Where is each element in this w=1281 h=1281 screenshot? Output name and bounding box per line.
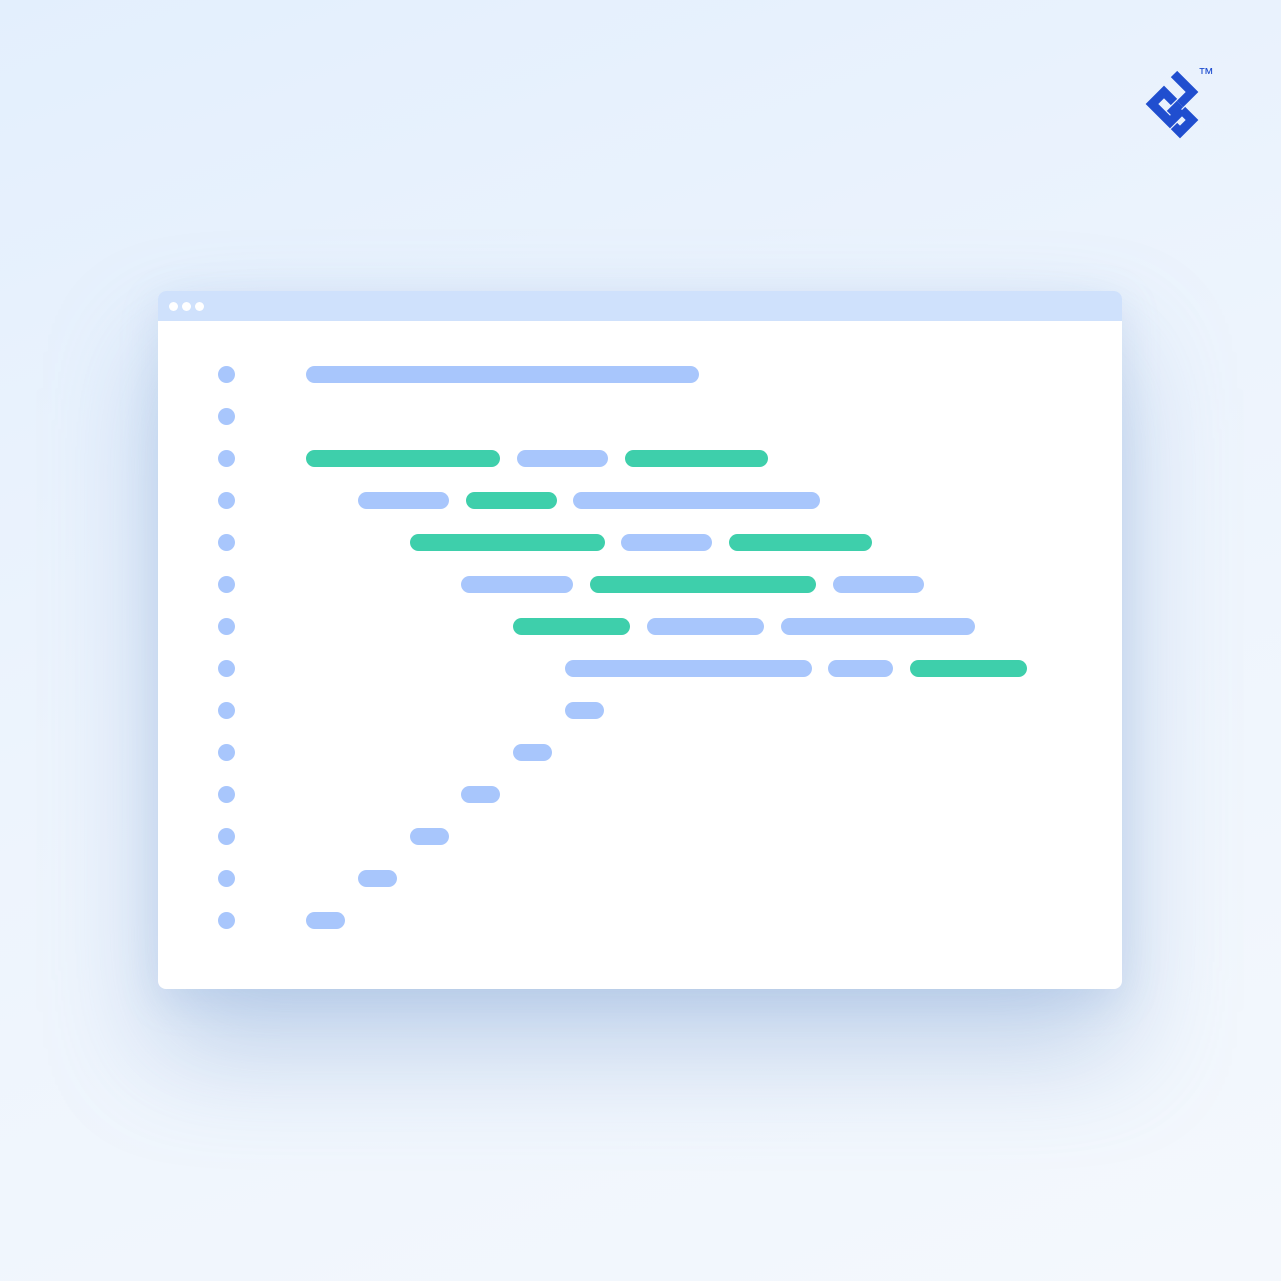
code-token-blue <box>306 912 345 929</box>
line-marker[interactable] <box>218 744 235 761</box>
line-marker[interactable] <box>218 870 235 887</box>
code-token-blue <box>306 366 699 383</box>
line-marker[interactable] <box>218 660 235 677</box>
line-marker[interactable] <box>218 366 235 383</box>
code-token-blue <box>461 786 500 803</box>
toptal-logo <box>1140 66 1230 150</box>
code-token-blue <box>647 618 764 635</box>
code-token-blue <box>828 660 893 677</box>
code-token-blue <box>513 744 552 761</box>
code-token-green <box>513 618 630 635</box>
code-editor-window <box>158 291 1122 989</box>
line-marker[interactable] <box>218 912 235 929</box>
code-area <box>158 291 1122 989</box>
code-token-blue <box>358 870 397 887</box>
code-token-green <box>590 576 816 593</box>
line-marker[interactable] <box>218 576 235 593</box>
line-marker[interactable] <box>218 702 235 719</box>
trademark-symbol: ™ <box>1198 66 1215 83</box>
code-token-blue <box>833 576 924 593</box>
code-token-blue <box>565 702 604 719</box>
code-token-blue <box>573 492 820 509</box>
line-marker[interactable] <box>218 828 235 845</box>
code-token-green <box>306 450 500 467</box>
code-token-blue <box>621 534 712 551</box>
line-marker[interactable] <box>218 786 235 803</box>
code-token-blue <box>358 492 449 509</box>
code-token-green <box>729 534 872 551</box>
line-marker[interactable] <box>218 618 235 635</box>
line-marker[interactable] <box>218 492 235 509</box>
line-marker[interactable] <box>218 408 235 425</box>
code-token-green <box>625 450 768 467</box>
line-marker[interactable] <box>218 450 235 467</box>
toptal-logo-icon <box>1145 70 1199 139</box>
code-token-blue <box>517 450 608 467</box>
code-token-green <box>910 660 1027 677</box>
line-marker[interactable] <box>218 534 235 551</box>
code-token-blue <box>565 660 812 677</box>
code-token-green <box>410 534 605 551</box>
code-token-green <box>466 492 557 509</box>
code-token-blue <box>410 828 449 845</box>
code-token-blue <box>461 576 573 593</box>
code-token-blue <box>781 618 975 635</box>
